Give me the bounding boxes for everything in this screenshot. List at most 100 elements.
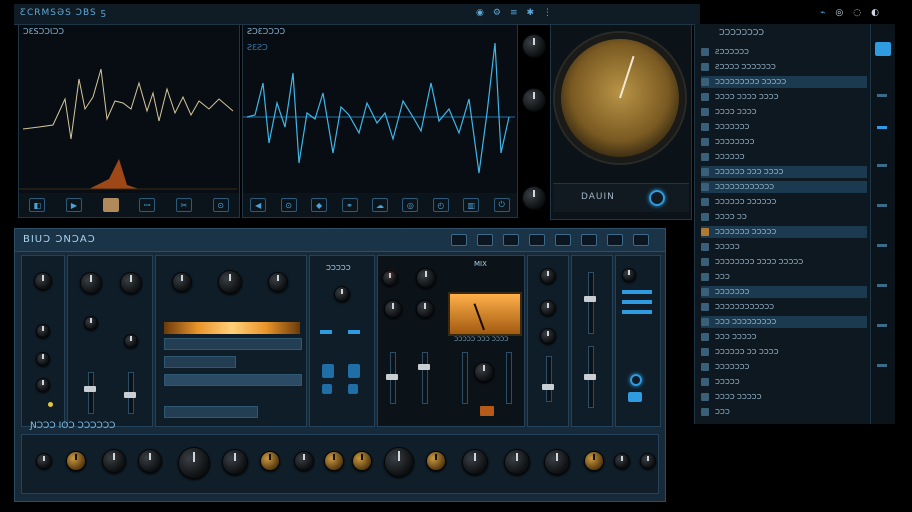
- fader-cap[interactable]: [124, 392, 136, 398]
- master-knob[interactable]: [416, 268, 436, 288]
- effect-knob[interactable]: [614, 453, 630, 469]
- fader-cap[interactable]: [84, 386, 96, 392]
- browser-item[interactable]: ƆƆƆ ƆƆƆƆƆ: [701, 331, 867, 343]
- effect-knob[interactable]: [426, 451, 446, 471]
- output-power-button[interactable]: [630, 374, 642, 386]
- target-icon[interactable]: ◎: [402, 198, 419, 212]
- channel-fader[interactable]: [88, 372, 94, 414]
- dynamics-button[interactable]: [322, 384, 332, 394]
- fader-cap[interactable]: [584, 296, 596, 302]
- channel-knob[interactable]: [36, 378, 50, 392]
- marker-icon[interactable]: [102, 198, 119, 212]
- master-knob[interactable]: [382, 270, 398, 286]
- master-fader[interactable]: [462, 352, 468, 404]
- mixer-btn[interactable]: [529, 234, 545, 246]
- dynamics-button[interactable]: [348, 384, 358, 394]
- mixer-btn[interactable]: [477, 234, 493, 246]
- eq-parameter-bar[interactable]: [164, 406, 258, 418]
- mixer-btn[interactable]: [633, 234, 649, 246]
- browser-item[interactable]: ƆƆƆƆ ƆƆƆƆ ƆƆƆƆ: [701, 91, 867, 103]
- effect-knob[interactable]: [462, 449, 488, 475]
- channel-knob[interactable]: [34, 272, 52, 290]
- browser-item[interactable]: ƆƆƆ: [701, 271, 867, 283]
- send-knob[interactable]: [540, 268, 556, 284]
- channel-knob[interactable]: [120, 272, 142, 294]
- master-knob[interactable]: [416, 300, 434, 318]
- effect-knob[interactable]: [640, 453, 656, 469]
- clock-icon[interactable]: ◴: [432, 198, 449, 212]
- close-icon[interactable]: ◐: [871, 8, 879, 18]
- effect-knob[interactable]: [138, 449, 162, 473]
- output-gain-knob[interactable]: [522, 88, 546, 112]
- browser-item[interactable]: ƆƆƆƆ ƆƆ: [701, 211, 867, 223]
- mixer-icon[interactable]: ≡: [510, 8, 518, 18]
- effect-knob[interactable]: [66, 451, 86, 471]
- effect-knob[interactable]: [36, 453, 52, 469]
- effect-knob[interactable]: [324, 451, 344, 471]
- mixer-btn[interactable]: [451, 234, 467, 246]
- effect-knob[interactable]: [222, 449, 248, 475]
- wifi-icon[interactable]: ⌁: [820, 8, 825, 18]
- dynamics-knob[interactable]: [334, 286, 350, 302]
- mixer-btn[interactable]: [503, 234, 519, 246]
- eq-knob[interactable]: [268, 272, 288, 292]
- loop-icon[interactable]: ◧: [29, 198, 46, 212]
- output-button[interactable]: [628, 392, 642, 402]
- send-fader[interactable]: [546, 356, 552, 402]
- zoom-icon[interactable]: ⊙: [212, 198, 229, 212]
- browser-item[interactable]: ƆƆƆƆƆƆƆƆƆƆƆƆ: [701, 301, 867, 313]
- browser-item[interactable]: ƆƆƆƆƆƆƆ: [701, 121, 867, 133]
- browser-item[interactable]: ƆƆƆƆ ƆƆƆƆ: [701, 106, 867, 118]
- browser-item[interactable]: ƆƆƆƆƆƆƆ: [701, 286, 867, 298]
- browser-item[interactable]: ƆƆƆƆƆ: [701, 241, 867, 253]
- effect-knob[interactable]: [260, 451, 280, 471]
- fader-cap[interactable]: [584, 374, 596, 380]
- menu-icon[interactable]: ⋮: [543, 8, 552, 18]
- eq-parameter-bar[interactable]: [164, 356, 236, 368]
- shape-icon[interactable]: ◆: [311, 198, 328, 212]
- bars-icon[interactable]: ▥: [463, 198, 480, 212]
- send-knob[interactable]: [540, 328, 556, 344]
- cut-icon[interactable]: ✂: [175, 198, 192, 212]
- master-fader[interactable]: [506, 352, 512, 404]
- browser-item[interactable]: ƧƆƆƆƆƆƆ: [701, 46, 867, 58]
- eq-knob[interactable]: [218, 270, 242, 294]
- send-knob[interactable]: [540, 300, 556, 316]
- record-arm-icon[interactable]: ⊙: [280, 198, 297, 212]
- browser-item[interactable]: ƆƆƆƆƆƆƆƆƆ ƆƆƆƆƆ: [701, 76, 867, 88]
- bus-fader[interactable]: [588, 272, 594, 334]
- effect-knob[interactable]: [504, 449, 530, 475]
- effect-knob[interactable]: [544, 449, 570, 475]
- mixer-btn[interactable]: [581, 234, 597, 246]
- eq-parameter-bar[interactable]: [164, 374, 302, 386]
- master-knob[interactable]: [384, 300, 402, 318]
- link-icon[interactable]: ⚭: [341, 198, 358, 212]
- browser-item[interactable]: ƆƆƆƆƆƆƆ: [701, 361, 867, 373]
- browser-item[interactable]: ƆƆƆƆƆ: [701, 376, 867, 388]
- settings-icon[interactable]: ✱: [526, 8, 534, 18]
- fader-cap[interactable]: [542, 384, 554, 390]
- browser-item[interactable]: ƆƆƆƆƆƆ: [701, 151, 867, 163]
- rewind-icon[interactable]: ◀: [250, 198, 267, 212]
- effect-knob[interactable]: [294, 451, 314, 471]
- channel-knob[interactable]: [36, 324, 50, 338]
- master-fader[interactable]: [422, 352, 428, 404]
- browser-item[interactable]: ƆƆƆƆƆƆƆƆ ƆƆƆƆ ƆƆƆƆƆ: [701, 256, 867, 268]
- gear-icon[interactable]: ⚙: [493, 8, 501, 18]
- dynamics-button[interactable]: [348, 364, 360, 378]
- browser-item[interactable]: ƆƆƆ: [701, 406, 867, 418]
- power-icon[interactable]: ⏻: [493, 198, 510, 212]
- meter-power-button[interactable]: [649, 190, 665, 206]
- effect-knob[interactable]: [584, 451, 604, 471]
- output-knob[interactable]: [622, 268, 636, 282]
- user-icon[interactable]: ◎: [835, 8, 843, 18]
- help-icon[interactable]: ◌: [853, 8, 861, 18]
- dynamics-button[interactable]: [322, 364, 334, 378]
- cloud-icon[interactable]: ☁: [371, 198, 388, 212]
- browser-item[interactable]: ƆƆƆƆƆƆƆƆ: [701, 136, 867, 148]
- browser-item[interactable]: ƧƆƆƆƆ ƆƆƆƆƆƆƆ: [701, 61, 867, 73]
- browser-item[interactable]: ƆƆƆ ƆƆƆƆƆƆƆƆƆ: [701, 316, 867, 328]
- browser-item[interactable]: ƆƆƆƆƆƆ ƆƆ ƆƆƆƆ: [701, 346, 867, 358]
- browser-item[interactable]: ƆƆƆƆƆƆ ƆƆƆ ƆƆƆƆ: [701, 166, 867, 178]
- channel-knob[interactable]: [36, 352, 50, 366]
